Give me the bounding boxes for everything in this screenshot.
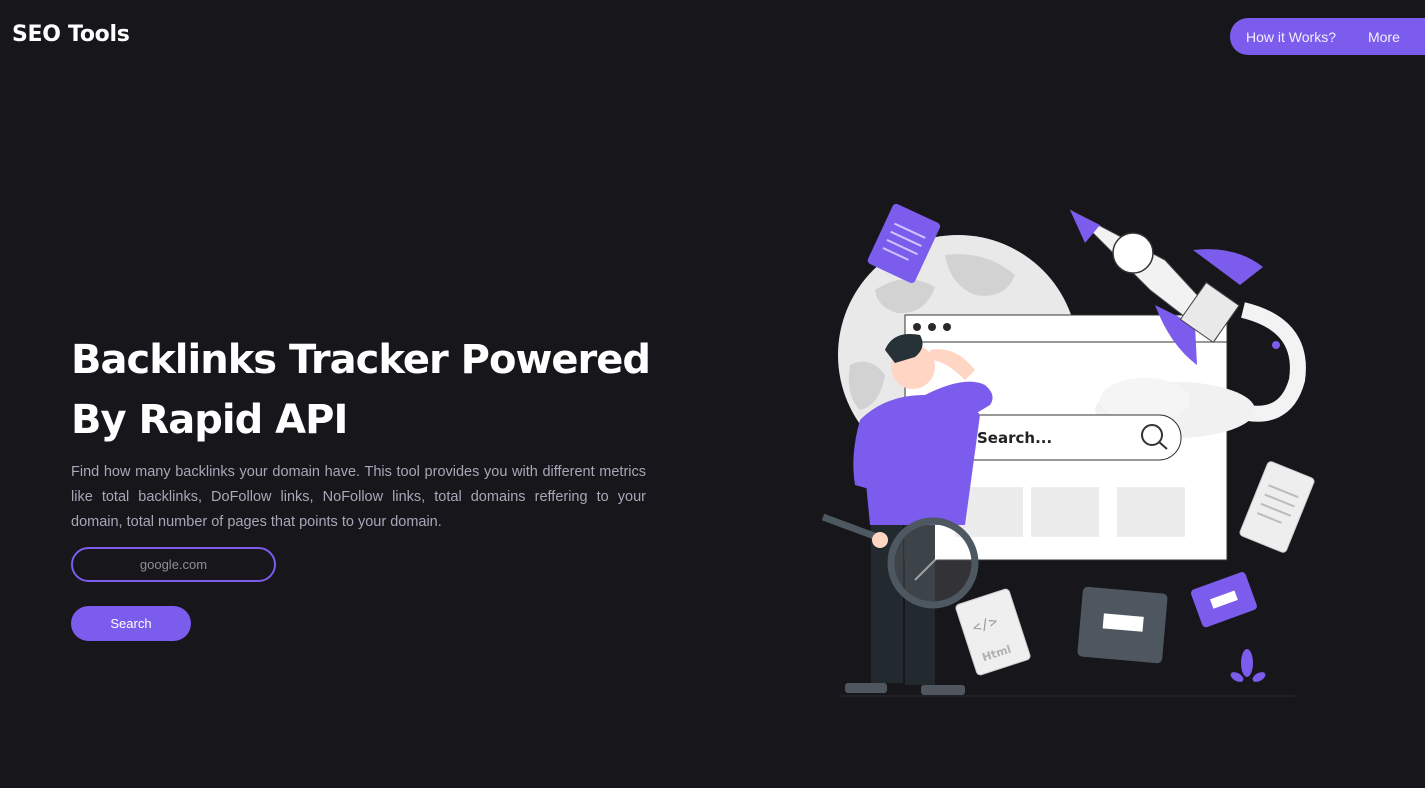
- site-logo[interactable]: SEO Tools: [12, 22, 130, 47]
- html-file-icon: </> Html: [955, 588, 1031, 676]
- hero-illustration: Search... </> Html: [821, 203, 1315, 697]
- top-nav: How it Works? More: [1230, 18, 1425, 55]
- search-button[interactable]: Search: [71, 606, 191, 641]
- folder-purple-icon: [1190, 572, 1257, 628]
- illustration-search-text: Search...: [977, 429, 1052, 447]
- plant-icon: [1230, 649, 1266, 682]
- nav-link-more[interactable]: More: [1368, 29, 1400, 45]
- domain-input[interactable]: [71, 547, 276, 582]
- hero-title: Backlinks Tracker Powered By Rapid API: [71, 337, 651, 443]
- nav-link-how-it-works[interactable]: How it Works?: [1246, 29, 1336, 45]
- document-grey-icon: [1239, 461, 1315, 553]
- hero-description: Find how many backlinks your domain have…: [71, 464, 646, 530]
- folder-dark-icon: [1077, 586, 1168, 664]
